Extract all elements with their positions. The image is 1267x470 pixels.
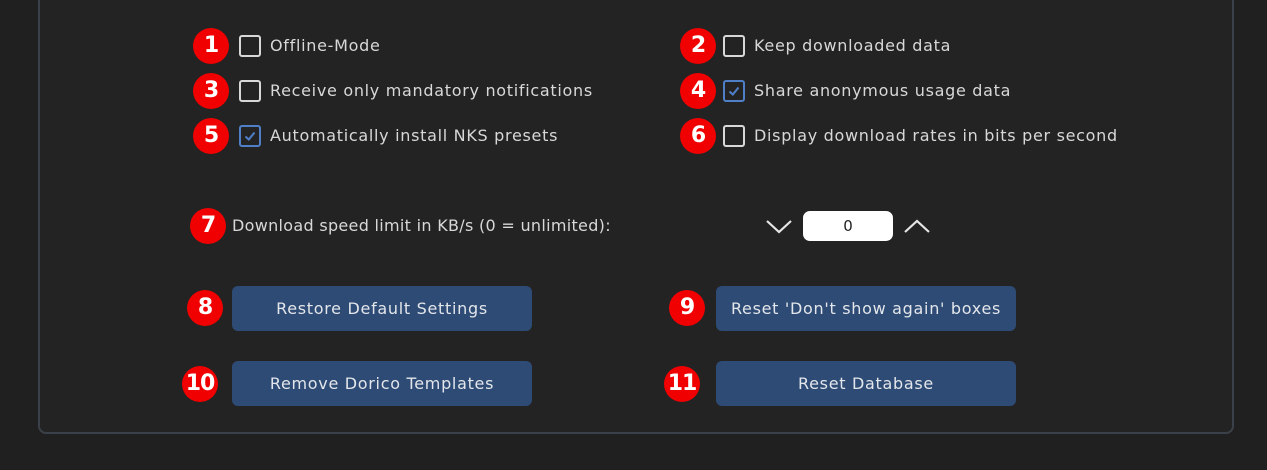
checkmark-icon — [728, 86, 740, 96]
badge-3: 3 — [193, 73, 229, 109]
badge-2: 2 — [680, 28, 716, 64]
reset-database-button[interactable]: Reset Database — [716, 361, 1016, 406]
chevron-down-icon[interactable] — [764, 217, 794, 237]
chevron-up-icon[interactable] — [902, 216, 932, 236]
checkmark-icon — [244, 131, 256, 141]
share-usage-data-checkbox[interactable] — [723, 80, 745, 102]
badge-4: 4 — [680, 73, 716, 109]
install-nks-presets-checkbox[interactable] — [239, 125, 261, 147]
badge-8: 8 — [187, 290, 223, 326]
mandatory-notifications-checkbox[interactable] — [239, 80, 261, 102]
badge-7: 7 — [190, 208, 226, 244]
keep-downloaded-data-label: Keep downloaded data — [754, 36, 952, 55]
offline-mode-label: Offline-Mode — [270, 36, 381, 55]
badge-5: 5 — [193, 118, 229, 154]
keep-downloaded-data-checkbox[interactable] — [723, 35, 745, 57]
bits-per-second-checkbox[interactable] — [723, 125, 745, 147]
restore-default-settings-button[interactable]: Restore Default Settings — [232, 286, 532, 331]
remove-dorico-templates-button[interactable]: Remove Dorico Templates — [232, 361, 532, 406]
reset-dont-show-again-button[interactable]: Reset 'Don't show again' boxes — [716, 286, 1016, 331]
mandatory-notifications-label: Receive only mandatory notifications — [270, 81, 593, 100]
badge-10: 10 — [182, 366, 218, 402]
badge-6: 6 — [680, 118, 716, 154]
bits-per-second-label: Display download rates in bits per secon… — [754, 126, 1118, 145]
speed-limit-label: Download speed limit in KB/s (0 = unlimi… — [232, 216, 611, 235]
offline-mode-checkbox[interactable] — [239, 35, 261, 57]
badge-11: 11 — [664, 366, 700, 402]
badge-1: 1 — [193, 28, 229, 64]
badge-9: 9 — [669, 290, 705, 326]
install-nks-presets-label: Automatically install NKS presets — [270, 126, 559, 145]
share-usage-data-label: Share anonymous usage data — [754, 81, 1012, 100]
speed-limit-input[interactable] — [803, 211, 893, 241]
